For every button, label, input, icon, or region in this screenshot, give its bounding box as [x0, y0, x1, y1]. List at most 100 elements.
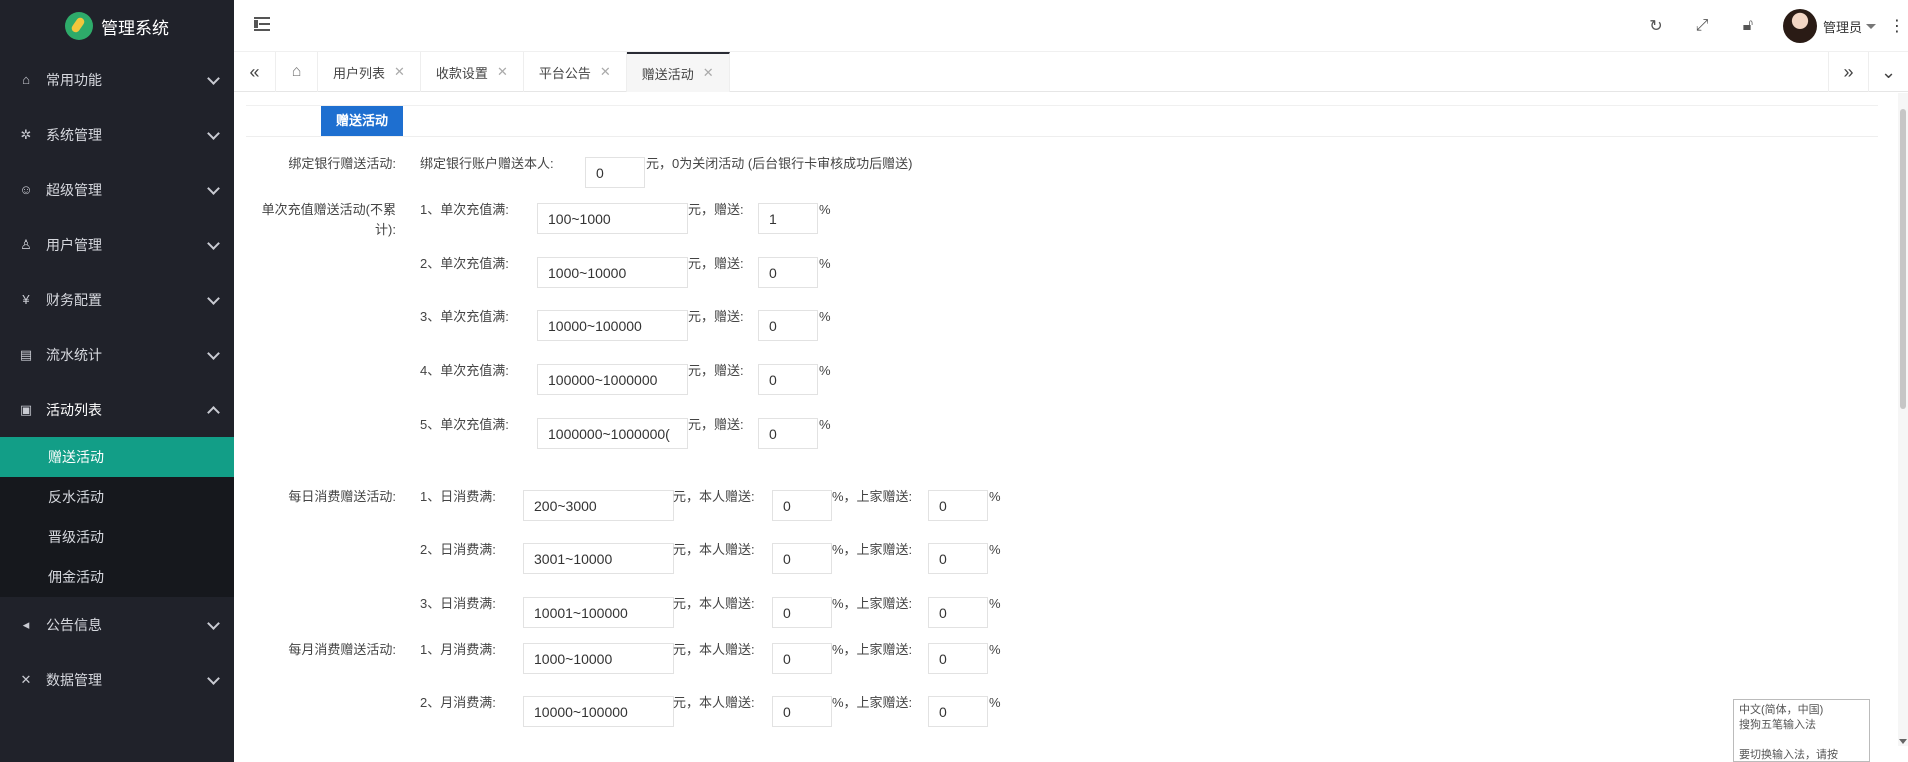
daily-upper-bonus-input[interactable]: [928, 543, 988, 574]
sidebar-item-label: 财务配置: [46, 291, 102, 308]
close-icon[interactable]: ✕: [497, 64, 508, 80]
daily-upper-bonus-input[interactable]: [928, 597, 988, 628]
ime-line: 要切换输入法，请按: [1739, 749, 1838, 761]
app-title: 管理系统: [101, 18, 169, 38]
daily-range-input[interactable]: [523, 597, 674, 628]
refresh-icon[interactable]: ↻: [1633, 0, 1679, 52]
user-menu[interactable]: 管理员: [1771, 9, 1886, 43]
panel-tab-gift-activity[interactable]: 赠送活动: [321, 106, 404, 136]
row-pct: %: [989, 542, 1001, 557]
sidebar-item-flow-stats[interactable]: ▤ 流水统计: [0, 327, 234, 382]
row-unit: 元，本人赠送:: [673, 542, 755, 557]
close-icon[interactable]: ✕: [394, 64, 405, 80]
row-pct: %: [989, 695, 1001, 710]
monthly-range-input[interactable]: [523, 696, 674, 727]
lock-icon[interactable]: 🔓︎: [1725, 0, 1771, 52]
sidebar-item-data[interactable]: ✕ 数据管理: [0, 652, 234, 707]
activities-submenu: 赠送活动 反水活动 晋级活动 佣金活动: [0, 437, 234, 597]
sidebar-item-common[interactable]: ⌂ 常用功能: [0, 52, 234, 107]
sidebar: 管理系统 ⌂ 常用功能 ✲ 系统管理 ☺ 超级管理 ♙ 用户管理 ¥ 财务配置: [0, 0, 234, 762]
users-icon: ♙: [20, 236, 32, 252]
recharge-bonus-input[interactable]: [758, 310, 818, 341]
monthly-upper-bonus-input[interactable]: [928, 696, 988, 727]
monthly-upper-bonus-input[interactable]: [928, 643, 988, 674]
row-pct: %: [819, 309, 831, 324]
avatar: [1782, 9, 1817, 43]
sidebar-subitem-gift-activity[interactable]: 赠送活动: [0, 437, 234, 477]
row-prefix: 2、月消费满:: [420, 695, 496, 710]
logo[interactable]: 管理系统: [0, 0, 234, 52]
sidebar-item-users[interactable]: ♙ 用户管理: [0, 217, 234, 272]
gift-icon: ▣: [19, 401, 33, 417]
sidebar-item-super[interactable]: ☺ 超级管理: [0, 162, 234, 217]
row-unit: 元，赠送:: [688, 202, 744, 217]
row-unit: 元，本人赠送:: [673, 642, 755, 657]
sidebar-item-finance[interactable]: ¥ 财务配置: [0, 272, 234, 327]
tools-icon: ✕: [20, 671, 32, 687]
daily-self-bonus-input[interactable]: [772, 597, 832, 628]
tab-bar: « ⌂ 用户列表 ✕ 收款设置 ✕ 平台公告 ✕ 赠送活动 ✕ » ⌄: [234, 52, 1908, 92]
sidebar-item-label: 数据管理: [46, 671, 102, 688]
daily-range-input[interactable]: [523, 543, 674, 574]
tabs-scroll-left-icon[interactable]: «: [234, 52, 276, 92]
scrollbar-thumb[interactable]: [1900, 109, 1906, 409]
sidebar-item-label: 系统管理: [46, 126, 102, 143]
tab-label: 用户列表: [333, 65, 386, 81]
sidebar-item-system[interactable]: ✲ 系统管理: [0, 107, 234, 162]
close-icon[interactable]: ✕: [703, 65, 714, 81]
recharge-bonus-input[interactable]: [758, 418, 818, 449]
tab-platform-announcement[interactable]: 平台公告 ✕: [524, 52, 627, 92]
chevron-up-icon: [206, 403, 220, 417]
monthly-consumption-label: 每月消费赠送活动:: [288, 642, 396, 657]
recharge-bonus-input[interactable]: [758, 203, 818, 234]
recharge-bonus-input[interactable]: [758, 257, 818, 288]
tabs-scroll-right-icon[interactable]: »: [1828, 52, 1868, 92]
sidebar-subitem-promotion-activity[interactable]: 晋级活动: [0, 517, 234, 557]
recharge-range-input[interactable]: [537, 257, 688, 288]
tab-gift-activity[interactable]: 赠送活动 ✕: [626, 52, 730, 92]
fullscreen-icon[interactable]: ⤢: [1679, 0, 1725, 52]
rocket-logo-icon: [65, 12, 93, 40]
sidebar-item-announcements[interactable]: ◂ 公告信息: [0, 597, 234, 652]
more-vertical-icon[interactable]: ⋮: [1886, 16, 1908, 36]
daily-range-input[interactable]: [523, 490, 674, 521]
daily-self-bonus-input[interactable]: [772, 543, 832, 574]
user-name: 管理员: [1822, 19, 1862, 35]
chevron-down-icon: [206, 293, 220, 307]
row-pct: %: [819, 363, 831, 378]
tab-user-list[interactable]: 用户列表 ✕: [318, 52, 421, 92]
yen-icon: ¥: [22, 292, 30, 307]
sidebar-subitem-rebate-activity[interactable]: 反水活动: [0, 477, 234, 517]
recharge-range-input[interactable]: [537, 418, 688, 449]
menu-toggle-icon[interactable]: [254, 17, 270, 31]
recharge-bonus-input[interactable]: [758, 364, 818, 395]
home-icon: ⌂: [22, 72, 30, 87]
monthly-range-input[interactable]: [523, 643, 674, 674]
tab-payment-settings[interactable]: 收款设置 ✕: [421, 52, 524, 92]
row-prefix: 1、单次充值满:: [420, 202, 509, 217]
vertical-scrollbar[interactable]: [1898, 93, 1908, 746]
home-tab-icon[interactable]: ⌂: [276, 52, 318, 92]
bank-gift-amount-input[interactable]: [585, 157, 645, 188]
scroll-down-arrow-icon[interactable]: [1899, 739, 1907, 744]
monthly-self-bonus-input[interactable]: [772, 696, 832, 727]
close-icon[interactable]: ✕: [600, 64, 611, 80]
recharge-range-input[interactable]: [537, 310, 688, 341]
row-prefix: 2、单次充值满:: [420, 256, 509, 271]
sidebar-item-label: 活动列表: [46, 401, 102, 418]
row-unit: 元，赠送:: [688, 363, 744, 378]
row-prefix: 5、单次充值满:: [420, 417, 509, 432]
recharge-range-input[interactable]: [537, 203, 688, 234]
bank-gift-suffix: 元，0为关闭活动 (后台银行卡审核成功后赠送): [646, 156, 913, 171]
daily-self-bonus-input[interactable]: [772, 490, 832, 521]
chevron-down-icon: [206, 238, 220, 252]
row-unit: 元，本人赠送:: [673, 695, 755, 710]
row-prefix: 1、日消费满:: [420, 489, 496, 504]
tabs-dropdown-icon[interactable]: ⌄: [1868, 52, 1908, 92]
monthly-self-bonus-input[interactable]: [772, 643, 832, 674]
row-pct: %: [989, 596, 1001, 611]
sidebar-subitem-commission-activity[interactable]: 佣金活动: [0, 557, 234, 597]
daily-upper-bonus-input[interactable]: [928, 490, 988, 521]
sidebar-item-activities[interactable]: ▣ 活动列表: [0, 382, 234, 437]
recharge-range-input[interactable]: [537, 364, 688, 395]
